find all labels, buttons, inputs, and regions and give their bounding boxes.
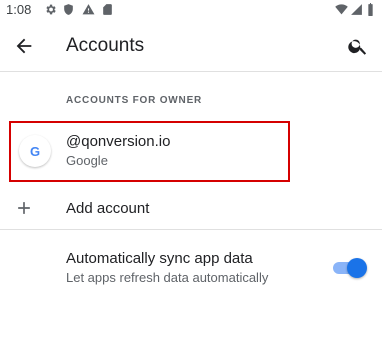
app-bar: Accounts [0,20,382,72]
back-button[interactable] [10,32,38,60]
page-title: Accounts [66,35,145,56]
account-email: @qonversion.io [66,133,171,150]
arrow-back-icon [16,38,32,54]
battery-icon [368,3,373,16]
search-icon [348,39,367,55]
auto-sync-row[interactable]: Automatically sync app data Let apps ref… [0,244,382,294]
avatar-letter: G [29,143,41,159]
add-account-button[interactable]: Add account [0,190,382,230]
wifi-icon [335,4,348,15]
shield-icon [64,4,73,15]
warning-icon [82,4,95,15]
account-row[interactable]: G @qonversion.io Google [9,121,290,182]
plus-icon [18,202,30,214]
section-header: ACCOUNTS FOR OWNER [66,95,203,106]
sd-card-icon [103,4,112,15]
status-time: 1:08 [6,2,32,17]
auto-sync-toggle[interactable] [333,258,367,278]
cellular-icon [351,4,362,15]
account-type: Google [66,153,108,168]
auto-sync-subtitle: Let apps refresh data automatically [66,270,269,285]
search-button[interactable] [344,32,372,60]
add-account-label: Add account [66,200,150,217]
google-logo-icon: G [19,135,51,167]
status-bar: 1:08 [0,0,382,20]
gear-icon [46,4,56,15]
toggle-thumb [347,258,367,278]
auto-sync-title: Automatically sync app data [66,250,253,267]
